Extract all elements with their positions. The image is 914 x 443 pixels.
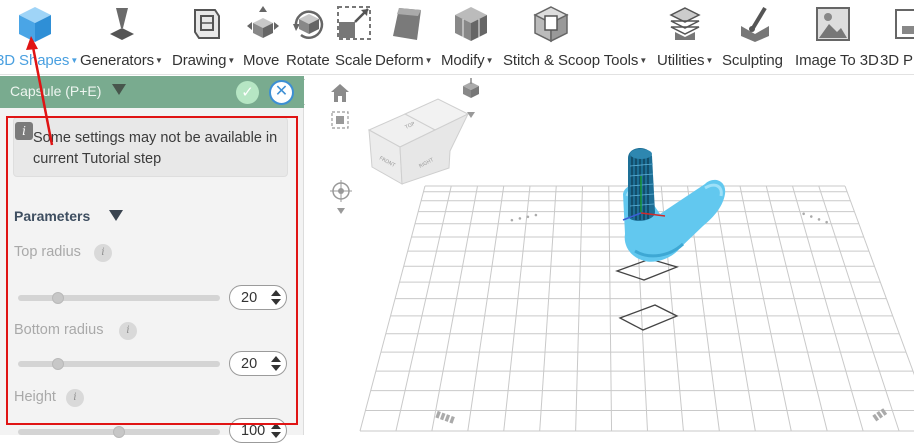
- utilities-icon: [669, 7, 701, 40]
- toolbar-generators[interactable]: Generators▼: [80, 0, 168, 75]
- generators-icon: [110, 8, 134, 40]
- stepper-arrows-icon[interactable]: [271, 423, 281, 439]
- toolbar-label: 3D Shapes: [0, 52, 70, 69]
- panel-collapse-caret-icon[interactable]: [112, 84, 126, 95]
- grid-line: [739, 185, 792, 432]
- toolbar-label: Modify: [441, 52, 485, 69]
- toolbar-3d-shapes[interactable]: 3D Shapes▼: [0, 0, 78, 75]
- svg-text:▮▮▮▮: ▮▮▮▮: [434, 409, 456, 425]
- grid-line: [713, 185, 756, 432]
- modify-icon: [455, 7, 487, 41]
- toolbar-move[interactable]: Move: [243, 0, 283, 75]
- view-cube[interactable]: TOP FRONT RIGHT: [367, 98, 470, 185]
- confirm-button[interactable]: ✓: [236, 81, 259, 104]
- grid-line: [539, 185, 557, 432]
- parameters-highlight-box: [6, 116, 298, 425]
- height-slider[interactable]: [18, 426, 220, 438]
- toolbar-label: Deform: [375, 52, 424, 69]
- svg-text:▮▮▮: ▮▮▮: [871, 407, 889, 424]
- main-toolbar: 3D Shapes▼ Generators▼ Drawing▼ Move Rot…: [0, 0, 914, 75]
- scale-icon: [337, 6, 371, 40]
- shape-ground-outline: [618, 304, 679, 331]
- 3d-print-icon: [895, 9, 914, 39]
- 3d-viewport[interactable]: • • • • • • • • ▮▮▮▮ ▮▮▮ TOP FRONT RIGHT: [305, 76, 914, 435]
- toolbar-deform[interactable]: Deform▼: [375, 0, 439, 75]
- slider-thumb[interactable]: [113, 426, 125, 438]
- grid-line: [467, 185, 505, 432]
- toolbar-label: Utilities: [657, 52, 705, 69]
- stepper-value[interactable]: 100: [241, 423, 265, 439]
- panel-header: Capsule (P+E) ✓ ✕: [0, 76, 304, 108]
- toolbar-modify[interactable]: Modify▼: [441, 0, 501, 75]
- grid-line: [575, 185, 583, 432]
- cancel-button[interactable]: ✕: [269, 80, 294, 105]
- deform-icon: [393, 8, 421, 40]
- move-icon: [247, 6, 279, 38]
- toolbar-label: Rotate: [286, 52, 330, 69]
- cube-icon: [19, 7, 51, 42]
- toolbar-3d-print[interactable]: 3D Pr: [880, 0, 914, 75]
- fit-view-icon[interactable]: [331, 111, 349, 129]
- grid-line: [431, 185, 478, 432]
- grid-line: [359, 185, 426, 432]
- toolbar-scale[interactable]: Scale: [335, 0, 375, 75]
- image-to-3d-icon: [816, 7, 850, 41]
- toolbar-label: 3D Pr: [880, 52, 914, 69]
- toolbar-label: Sculpting: [722, 52, 783, 69]
- stitch-scoop-icon: [533, 6, 569, 43]
- toolbar-label: Drawing: [172, 52, 227, 69]
- toolbar-utilities[interactable]: Utilities▼: [657, 0, 721, 75]
- grid-line: [844, 185, 914, 376]
- toolbar-drawing[interactable]: Drawing▼: [172, 0, 242, 75]
- grid-line: [395, 185, 452, 432]
- sculpting-icon: [741, 6, 769, 42]
- toolbar-label: Stitch & Scoop Tools: [503, 52, 639, 69]
- drawing-icon: [194, 9, 220, 39]
- home-icon[interactable]: [331, 84, 349, 102]
- toolbar-label: Scale: [335, 52, 373, 69]
- toolbar-image-to-3d[interactable]: Image To 3D: [795, 0, 879, 75]
- scene-canvas[interactable]: • • • • • • • • ▮▮▮▮ ▮▮▮ TOP FRONT RIGHT: [305, 76, 914, 435]
- toolbar-label: Move: [243, 52, 280, 69]
- toolbar-label: Generators: [80, 52, 155, 69]
- axis-gizmo-icon[interactable]: [463, 78, 479, 118]
- panel-title: Capsule (P+E): [10, 83, 102, 99]
- orbit-center-icon[interactable]: [330, 180, 352, 214]
- rotate-icon: [293, 10, 324, 39]
- toolbar-rotate[interactable]: Rotate: [286, 0, 332, 75]
- svg-text:• • • •: • • • •: [509, 211, 540, 227]
- grid-line: [608, 185, 613, 432]
- toolbar-sculpting[interactable]: Sculpting: [722, 0, 792, 75]
- toolbar-label: Image To 3D: [795, 52, 879, 69]
- toolbar-stitch-scoop[interactable]: Stitch & Scoop Tools▼: [503, 0, 655, 75]
